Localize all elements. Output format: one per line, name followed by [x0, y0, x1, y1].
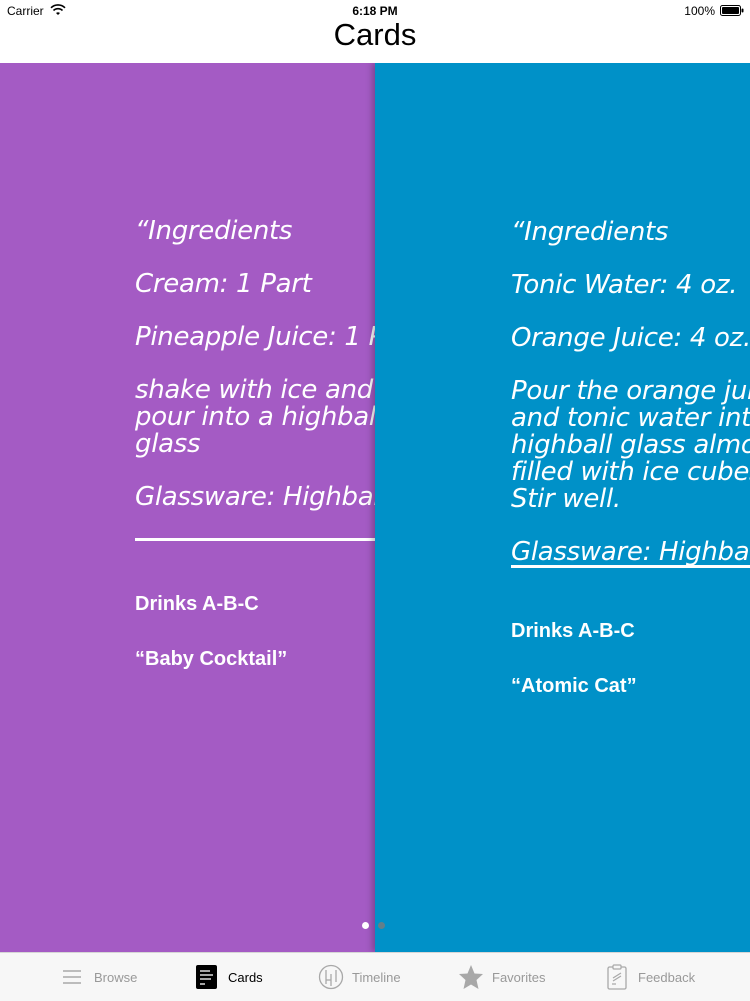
card-recipe-text: “Ingredients Cream: 1 Part Pineapple Jui… [135, 218, 376, 537]
card-icon [196, 965, 217, 989]
recipe-line: Glassware: Highball Glass [511, 537, 750, 567]
recipe-line: Pour the orange juice and tonic water in… [511, 376, 750, 514]
tab-favorites[interactable]: Favorites [458, 953, 545, 1001]
tab-label: Favorites [492, 969, 546, 985]
page-dot-active[interactable] [362, 922, 369, 929]
recipe-line: Pineapple Juice: 1 Part [135, 322, 376, 352]
page-title: Cards [333, 17, 417, 52]
tab-cards[interactable]: Cards [194, 953, 263, 1001]
tab-timeline[interactable]: Timeline [318, 953, 401, 1001]
page-dot[interactable] [378, 922, 385, 929]
tab-browse[interactable]: Browse [60, 953, 137, 1001]
recipe-line: Glassware: Highball Glass [135, 482, 376, 512]
tab-feedback[interactable]: Feedback [604, 953, 695, 1001]
card-source: Drinks A-B-C [135, 593, 259, 615]
tab-label: Cards [228, 969, 263, 985]
clipboard-icon [607, 964, 627, 990]
star-icon [459, 965, 483, 989]
recipe-line: shake with ice and pour into a highball … [135, 375, 376, 459]
recipe-line: Cream: 1 Part [135, 269, 312, 299]
card-divider [135, 538, 376, 541]
drink-card[interactable]: “Ingredients Cream: 1 Part Pineapple Jui… [0, 63, 376, 952]
page-indicator[interactable] [362, 916, 394, 929]
tab-label: Feedback [638, 969, 696, 985]
tab-label: Timeline [352, 969, 401, 985]
tab-label: Browse [94, 969, 138, 985]
recipe-line: “Ingredients [511, 217, 669, 247]
recipe-line: Orange Juice: 4 oz. [511, 323, 750, 353]
card-pager[interactable]: “Ingredients Cream: 1 Part Pineapple Jui… [0, 63, 750, 952]
recipe-line: “Ingredients [135, 216, 293, 246]
drink-name: “Atomic Cat” [511, 675, 637, 697]
drink-card[interactable]: “Ingredients Tonic Water: 4 oz. Orange J… [375, 63, 750, 952]
tab-bar: Browse Cards Timeline Favorites Feedback [0, 952, 750, 1001]
card-recipe-text: “Ingredients Tonic Water: 4 oz. Orange J… [511, 219, 750, 592]
recipe-line: Tonic Water: 4 oz. [511, 270, 738, 300]
timeline-icon [318, 964, 344, 990]
card-divider [511, 565, 750, 568]
list-icon [63, 970, 81, 984]
card-source: Drinks A-B-C [511, 620, 635, 642]
drink-name: “Baby Cocktail” [135, 648, 288, 670]
navigation-bar: Cards [0, 0, 750, 62]
